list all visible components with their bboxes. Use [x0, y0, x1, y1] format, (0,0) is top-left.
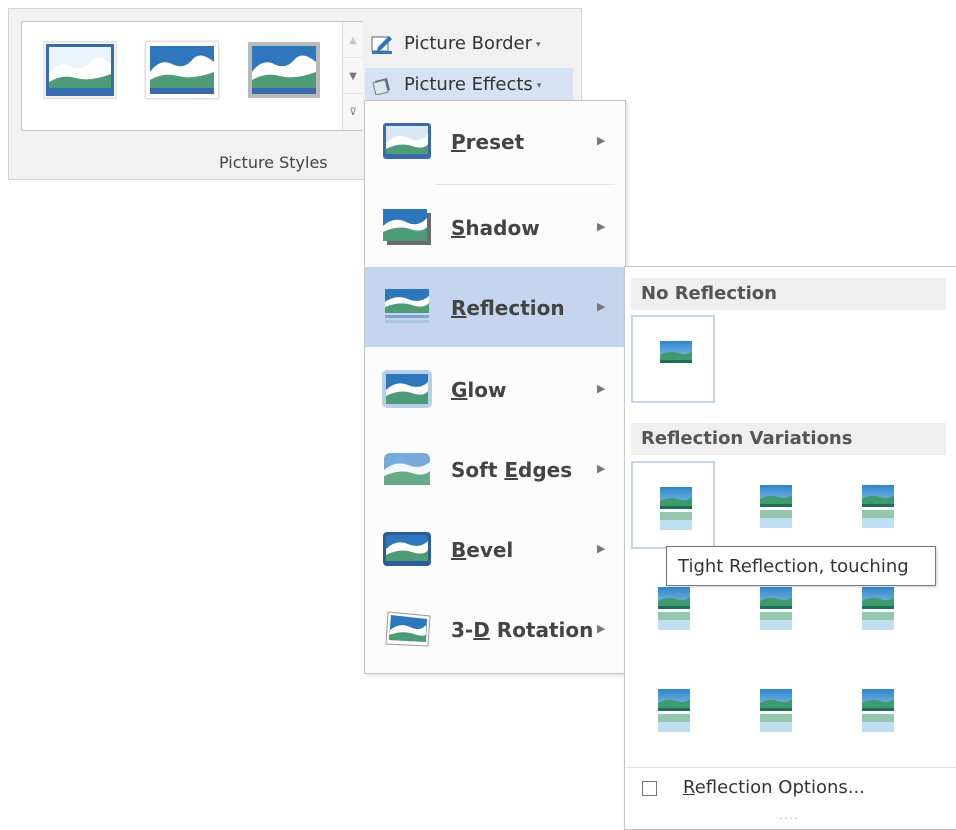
submenu-arrow-icon: ▶	[597, 622, 606, 635]
picture-icon	[252, 46, 316, 94]
picture-border-button[interactable]: Picture Border ▾	[365, 27, 573, 61]
glow-icon	[382, 370, 432, 408]
menu-item-label: Shadow	[451, 216, 540, 240]
reflection-full-8pt-offset[interactable]	[835, 665, 919, 753]
shadow-icon	[383, 209, 431, 245]
picture-icon	[760, 485, 792, 507]
bevel-icon	[383, 532, 431, 566]
soft-edges-icon	[384, 453, 430, 485]
picture-icon	[760, 689, 792, 711]
menu-item-label: Glow	[451, 378, 507, 402]
reflection-preview-icon	[658, 612, 690, 630]
picture-effects-icon	[372, 78, 390, 95]
reflection-preview-icon	[862, 612, 894, 630]
reflection-half-touching[interactable]	[733, 461, 817, 549]
submenu-arrow-icon: ▶	[597, 220, 606, 233]
preset-icon	[383, 123, 431, 159]
picture-icon	[862, 587, 894, 609]
gallery-scroll-up-button[interactable]: ▲	[343, 24, 363, 58]
menu-item-soft-edges[interactable]: Soft Edges ▶	[365, 429, 625, 509]
dropdown-arrow-icon: ▾	[536, 81, 542, 91]
reflection-tight-8pt-offset[interactable]	[631, 665, 715, 753]
picture-icon	[660, 487, 692, 509]
menu-item-3d-rotation[interactable]: 3-D Rotation ▶	[365, 589, 625, 669]
submenu-arrow-icon: ▶	[597, 134, 606, 147]
reflection-half-8pt-offset[interactable]	[733, 665, 817, 753]
menu-item-reflection[interactable]: Reflection ▶	[365, 267, 625, 347]
dropdown-arrow-icon: ▾	[535, 40, 541, 50]
no-reflection-header: No Reflection	[631, 278, 946, 310]
picture-effects-menu: Preset ▶ Shadow ▶ Reflection ▶ Glow ▶ So…	[364, 100, 626, 674]
tooltip: Tight Reflection, touching	[666, 546, 936, 586]
picture-icon	[862, 689, 894, 711]
reflection-preview-icon	[658, 714, 690, 732]
pencil-border-icon	[371, 36, 392, 54]
gallery-more-button[interactable]: ⊽	[343, 96, 363, 130]
reflection-variations-header: Reflection Variations	[631, 423, 946, 455]
group-label: Picture Styles	[219, 153, 328, 172]
chevron-down-icon: ▼	[349, 71, 357, 82]
picture-icon	[862, 485, 894, 507]
reflection-tight-touching[interactable]	[631, 461, 715, 549]
picture-style-white-frame[interactable]	[146, 42, 218, 98]
picture-border-label: Picture Border	[404, 33, 532, 54]
submenu-divider	[625, 767, 956, 768]
reflection-preview-icon	[760, 510, 792, 528]
reflection-preview-icon	[760, 612, 792, 630]
submenu-arrow-icon: ▶	[597, 542, 606, 555]
submenu-arrow-icon: ▶	[597, 462, 606, 475]
reflection-preview-icon	[862, 714, 894, 732]
menu-item-label: Preset	[451, 130, 525, 154]
reflection-preview-icon	[862, 510, 894, 528]
reflection-options-item[interactable]: Reflection Options...	[683, 777, 865, 798]
reflection-preview-icon	[760, 714, 792, 732]
reflection-full-touching[interactable]	[835, 461, 919, 549]
menu-item-glow[interactable]: Glow ▶	[365, 349, 625, 429]
picture-style-metal-frame[interactable]	[248, 42, 320, 98]
picture-icon	[150, 46, 214, 94]
menu-item-label: Bevel	[451, 538, 514, 562]
menu-item-shadow[interactable]: Shadow ▶	[365, 187, 625, 267]
gallery-scroll-down-button[interactable]: ▼	[343, 60, 363, 94]
picture-icon	[658, 587, 690, 609]
picture-icon	[760, 587, 792, 609]
picture-effects-button[interactable]: Picture Effects ▾	[365, 68, 573, 102]
picture-icon	[660, 341, 692, 363]
chevron-up-icon: ▲	[349, 35, 357, 46]
expand-gallery-icon: ⊽	[349, 107, 357, 118]
gallery-scrollbar: ▲ ▼ ⊽	[342, 22, 363, 130]
menu-item-label: 3-D Rotation	[451, 618, 594, 642]
menu-item-bevel[interactable]: Bevel ▶	[365, 509, 625, 589]
no-reflection-option[interactable]	[631, 315, 715, 403]
menu-item-preset[interactable]: Preset ▶	[365, 101, 625, 185]
reflection-options-checkbox-icon	[642, 781, 657, 796]
3d-rotation-icon	[385, 611, 431, 647]
picture-effects-label: Picture Effects	[404, 74, 533, 95]
resize-grip[interactable]: ....	[779, 811, 800, 822]
submenu-arrow-icon: ▶	[597, 300, 606, 313]
picture-styles-gallery: ▲ ▼ ⊽	[21, 21, 363, 131]
picture-style-simple-frame[interactable]	[44, 42, 116, 98]
picture-icon	[658, 689, 690, 711]
menu-divider	[435, 184, 615, 185]
menu-item-label: Reflection	[451, 296, 565, 320]
picture-icon	[46, 44, 114, 96]
reflection-icon	[385, 289, 429, 323]
submenu-arrow-icon: ▶	[597, 382, 606, 395]
menu-item-label: Soft Edges	[451, 458, 573, 482]
reflection-preview-icon	[660, 512, 692, 530]
